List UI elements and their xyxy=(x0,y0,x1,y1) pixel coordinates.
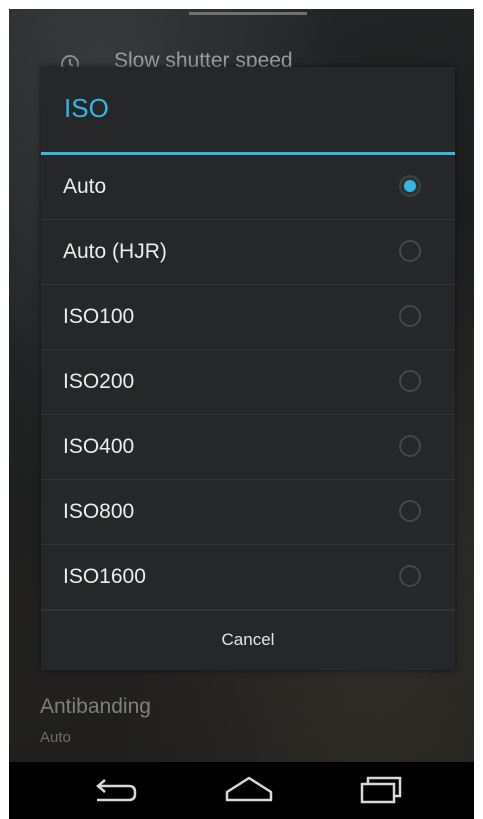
cancel-button[interactable]: Cancel xyxy=(41,610,455,671)
radio-unchecked-icon[interactable] xyxy=(399,565,421,587)
option-label: ISO1600 xyxy=(63,565,146,588)
option-label: ISO100 xyxy=(63,305,135,328)
screen: Slow shutter speed Antibanding Auto ISO … xyxy=(9,9,474,819)
option-iso1600[interactable]: ISO1600 xyxy=(41,545,455,610)
option-label: ISO400 xyxy=(63,435,135,458)
option-iso800[interactable]: ISO800 xyxy=(41,480,455,545)
recents-icon[interactable] xyxy=(352,772,412,808)
option-iso400[interactable]: ISO400 xyxy=(41,415,455,480)
option-auto[interactable]: Auto xyxy=(41,155,455,220)
option-label: ISO200 xyxy=(63,370,135,393)
radio-checked-icon[interactable] xyxy=(399,175,421,197)
option-iso100[interactable]: ISO100 xyxy=(41,285,455,350)
iso-dialog: ISO Auto Auto (HJR) ISO100 ISO200 ISO400 xyxy=(41,67,455,670)
option-label: Auto (HJR) xyxy=(63,240,167,263)
radio-unchecked-icon[interactable] xyxy=(399,240,421,262)
navigation-bar xyxy=(9,762,474,819)
dialog-title: ISO xyxy=(64,93,109,123)
radio-unchecked-icon[interactable] xyxy=(399,370,421,392)
back-icon[interactable] xyxy=(85,772,145,808)
antibanding-setting-value: Auto xyxy=(40,729,71,746)
option-auto-hjr[interactable]: Auto (HJR) xyxy=(41,220,455,285)
home-icon[interactable] xyxy=(219,772,279,808)
iso-option-list: Auto Auto (HJR) ISO100 ISO200 ISO400 ISO… xyxy=(41,155,455,610)
option-label: ISO800 xyxy=(63,500,135,523)
option-iso200[interactable]: ISO200 xyxy=(41,350,455,415)
radio-unchecked-icon[interactable] xyxy=(399,500,421,522)
radio-unchecked-icon[interactable] xyxy=(399,435,421,457)
drag-handle xyxy=(189,12,307,15)
option-label: Auto xyxy=(63,175,107,198)
antibanding-setting-title: Antibanding xyxy=(40,695,151,718)
radio-unchecked-icon[interactable] xyxy=(399,305,421,327)
